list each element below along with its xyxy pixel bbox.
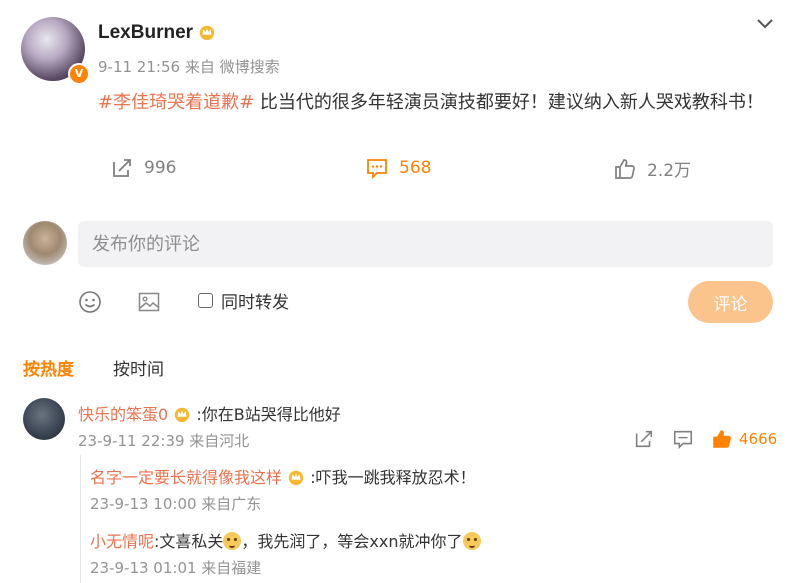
reply-meta: 23-9-13 10:00 来自广东 bbox=[90, 495, 262, 513]
tab-sort-time[interactable]: 按时间 bbox=[113, 355, 164, 380]
repost-checkbox[interactable]: 同时转发 bbox=[198, 288, 289, 313]
commenter-name[interactable]: 快乐的笨蛋0 bbox=[78, 405, 168, 424]
emoji-icon[interactable] bbox=[78, 290, 102, 314]
verified-icon: V bbox=[68, 63, 90, 85]
comment-text: :你在B站哭得比他好 bbox=[196, 405, 341, 424]
post-text: #李佳琦哭着道歉# 比当代的很多年轻演员演技都要好！建议纳入新人哭戏教科书！ bbox=[98, 88, 778, 117]
repost-button[interactable]: 996 bbox=[110, 156, 176, 180]
author-name[interactable]: LexBurner bbox=[98, 22, 216, 44]
reply-user-name[interactable]: 小无情呢 bbox=[90, 532, 154, 551]
crown-icon bbox=[288, 470, 304, 486]
comment-count: 568 bbox=[399, 158, 432, 178]
crown-icon bbox=[175, 407, 190, 423]
tab-sort-hot[interactable]: 按热度 bbox=[23, 355, 74, 380]
author-name-text[interactable]: LexBurner bbox=[98, 22, 193, 43]
comment-share-button[interactable] bbox=[633, 428, 655, 450]
comment-like-count: 4666 bbox=[739, 430, 778, 448]
post-time[interactable]: 9-11 21:56 bbox=[98, 58, 180, 76]
like-icon bbox=[615, 158, 635, 179]
post-body: 比当代的很多年轻演员演技都要好！建议纳入新人哭戏教科书！ bbox=[254, 92, 764, 113]
repost-icon bbox=[113, 159, 131, 177]
doge-emoji-icon bbox=[223, 532, 242, 550]
image-icon[interactable] bbox=[137, 290, 161, 314]
checkbox-box[interactable] bbox=[198, 293, 213, 308]
chevron-down-icon[interactable] bbox=[754, 12, 776, 34]
comment-input[interactable] bbox=[78, 221, 773, 267]
like-button[interactable]: 2.2万 bbox=[613, 156, 691, 181]
reply-user-name[interactable]: 名字一定要长就得像我这样 bbox=[90, 468, 282, 487]
reply-text-part-a: :文喜私关 bbox=[154, 532, 224, 551]
like-count: 2.2万 bbox=[647, 161, 692, 181]
reply-content: 名字一定要长就得像我这样 :吓我一跳我释放忍术！ bbox=[90, 464, 476, 488]
comment-button[interactable]: 568 bbox=[365, 156, 431, 180]
repost-count: 996 bbox=[144, 158, 177, 178]
comment-content: 快乐的笨蛋0 :你在B站哭得比他好 bbox=[78, 401, 341, 425]
submit-comment-button[interactable]: 评论 bbox=[688, 281, 773, 323]
reply-icon bbox=[673, 430, 693, 450]
comment-meta: 23-9-11 22:39 来自河北 bbox=[78, 432, 250, 450]
doge-emoji-icon bbox=[462, 532, 481, 550]
like-icon bbox=[713, 430, 731, 448]
repost-checkbox-label: 同时转发 bbox=[221, 293, 289, 313]
current-user-avatar[interactable] bbox=[23, 221, 67, 265]
comment-reply-button[interactable] bbox=[672, 428, 694, 450]
post-meta: 9-11 21:56 来自 微博搜索 bbox=[98, 56, 280, 77]
reply-content: 小无情呢:文喜私关 ，我先润了，等会xxn就冲你了 bbox=[90, 528, 481, 552]
reply-text: :吓我一跳我释放忍术！ bbox=[310, 468, 476, 487]
reply-text-part-b: ，我先润了，等会xxn就冲你了 bbox=[241, 532, 463, 551]
commenter-avatar[interactable] bbox=[23, 398, 65, 440]
topic-link[interactable]: #李佳琦哭着道歉# bbox=[98, 92, 254, 113]
share-icon bbox=[635, 430, 653, 448]
crown-icon bbox=[200, 25, 215, 41]
comment-like-button[interactable]: 4666 bbox=[711, 428, 777, 450]
comment-icon bbox=[367, 159, 387, 180]
reply-meta: 23-9-13 01:01 来自福建 bbox=[90, 559, 262, 577]
post-source: 来自 微博搜索 bbox=[184, 58, 280, 76]
